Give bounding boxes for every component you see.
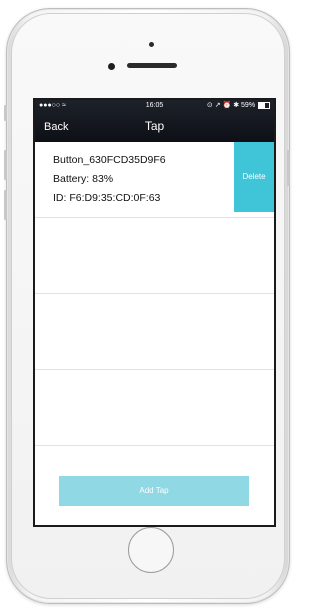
battery-icon: [258, 101, 270, 109]
device-battery: Battery: 83%: [53, 173, 114, 185]
status-icons: ⊙ ↗ ⏰ ✱: [206, 102, 240, 109]
device-list: Button_630FCD35D9F6 Battery: 83% ID: F6:…: [35, 142, 274, 446]
top-bar: ●●●○○ ≈ 16:05 ⊙ ↗ ⏰ ✱ 59% Back Tap: [35, 100, 274, 142]
navigation-bar: Back Tap: [35, 112, 274, 142]
device-name: Button_630FCD35D9F6: [53, 154, 166, 166]
home-button[interactable]: [128, 527, 174, 573]
earpiece-speaker: [127, 63, 177, 68]
status-right: ⊙ ↗ ⏰ ✱ 59%: [207, 100, 270, 112]
battery-percent: 59%: [241, 102, 256, 109]
add-tap-button[interactable]: Add Tap: [59, 476, 249, 506]
proximity-sensor: [108, 63, 115, 70]
phone-screen: ●●●○○ ≈ 16:05 ⊙ ↗ ⏰ ✱ 59% Back Tap Butto…: [33, 98, 276, 527]
volume-up-button: [4, 150, 7, 180]
mute-switch: [4, 105, 7, 121]
delete-button[interactable]: Delete: [234, 142, 274, 212]
empty-row: [35, 370, 274, 446]
page-title: Tap: [144, 119, 165, 133]
empty-row: [35, 294, 274, 370]
empty-row: [35, 218, 274, 294]
front-camera: [149, 42, 154, 47]
status-bar: ●●●○○ ≈ 16:05 ⊙ ↗ ⏰ ✱ 59%: [35, 100, 274, 112]
device-info: Button_630FCD35D9F6 Battery: 83% ID: F6:…: [53, 151, 166, 208]
volume-down-button: [4, 190, 7, 220]
device-id: ID: F6:D9:35:CD:0F:63: [53, 192, 161, 204]
list-item[interactable]: Button_630FCD35D9F6 Battery: 83% ID: F6:…: [35, 142, 274, 218]
power-button: [287, 150, 290, 186]
